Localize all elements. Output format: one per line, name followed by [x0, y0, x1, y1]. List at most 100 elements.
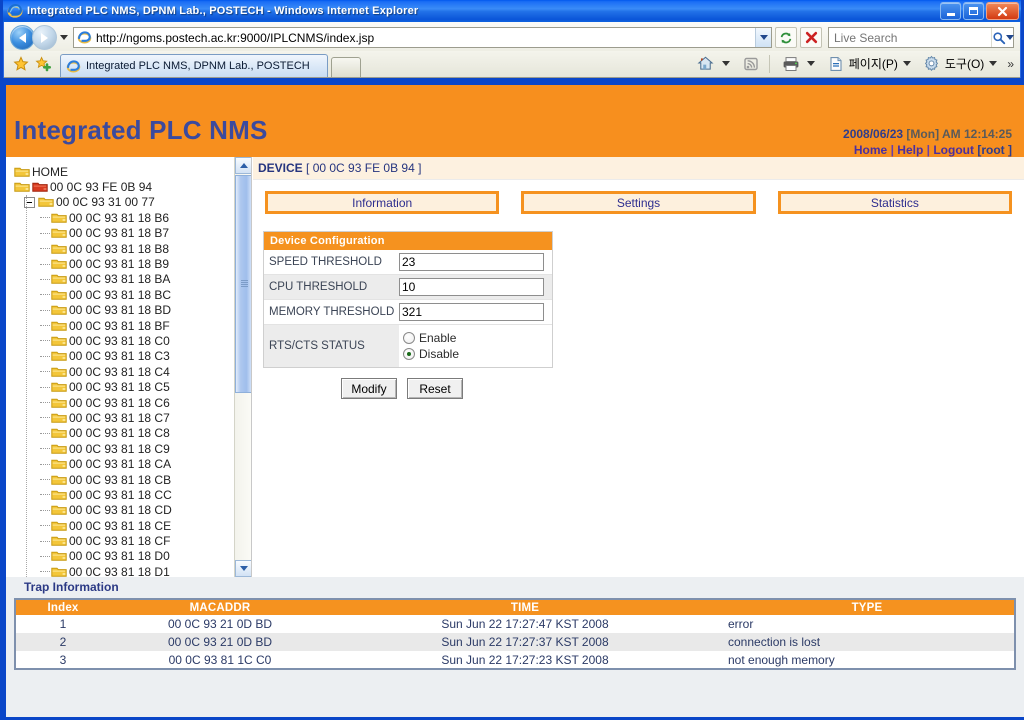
- tree-node[interactable]: 00 0C 93 81 18 C3: [14, 349, 234, 364]
- forward-button[interactable]: [32, 25, 57, 50]
- minimize-button[interactable]: [940, 2, 961, 20]
- cpu-threshold-input[interactable]: [399, 278, 544, 296]
- window-title: Integrated PLC NMS, DPNM Lab., POSTECH -…: [27, 5, 419, 17]
- tree-node[interactable]: 00 0C 93 81 18 C7: [14, 410, 234, 425]
- page-menu-icon[interactable]: [825, 53, 847, 74]
- config-row-speed-threshold: SPEED THRESHOLD: [264, 250, 552, 275]
- tree-node[interactable]: 00 0C 93 81 18 BD: [14, 303, 234, 318]
- recent-pages-chevron-icon[interactable]: [60, 35, 68, 40]
- tree-node[interactable]: 00 0C 93 81 18 CD: [14, 503, 234, 518]
- print-chevron-icon[interactable]: [806, 61, 815, 66]
- table-row[interactable]: 2 00 0C 93 21 0D BD Sun Jun 22 17:27:37 KS…: [15, 633, 1015, 651]
- home-chevron-icon[interactable]: [721, 61, 730, 66]
- gear-icon[interactable]: [921, 53, 943, 74]
- browser-tab-label: Integrated PLC NMS, DPNM Lab., POSTECH: [86, 60, 310, 72]
- tab-information[interactable]: Information: [265, 191, 500, 214]
- address-bar[interactable]: http://ngoms.postech.ac.kr:9000/IPLCNMS/…: [73, 27, 772, 48]
- column-header-time: TIME: [330, 599, 720, 615]
- tree-node[interactable]: 00 0C 93 81 18 C4: [14, 364, 234, 379]
- page-menu-chevron-icon[interactable]: [902, 61, 911, 66]
- page-menu-label[interactable]: 페이지(P): [849, 55, 898, 72]
- tree-node[interactable]: 00 0C 93 81 18 D1: [14, 564, 234, 577]
- tree-node[interactable]: 00 0C 93 81 18 B8: [14, 241, 234, 256]
- tree-node[interactable]: 00 0C 93 81 18 B7: [14, 226, 234, 241]
- device-tree-scrollbar[interactable]: [234, 157, 251, 577]
- window-titlebar: Integrated PLC NMS, DPNM Lab., POSTECH -…: [3, 0, 1021, 22]
- tree-node[interactable]: 00 0C 93 81 18 C0: [14, 333, 234, 348]
- tree-node[interactable]: 00 0C 93 81 18 C5: [14, 379, 234, 394]
- tab-settings-label: Settings: [616, 195, 661, 210]
- new-tab-button[interactable]: [331, 57, 361, 77]
- tree-node-label: 00 0C 93 81 18 BA: [69, 272, 171, 287]
- tools-menu-chevron-icon[interactable]: [989, 61, 998, 66]
- folder-yellow-icon: [51, 273, 67, 285]
- scroll-up-button[interactable]: [235, 157, 251, 174]
- tools-menu-label[interactable]: 도구(O): [945, 55, 984, 72]
- address-bar-url: http://ngoms.postech.ac.kr:9000/IPLCNMS/…: [96, 30, 375, 45]
- page-title: Integrated PLC NMS: [14, 115, 268, 145]
- rts-cts-enable-label: Enable: [419, 331, 457, 345]
- tree-node[interactable]: HOME: [14, 164, 234, 179]
- tree-node-label: 00 0C 93 81 18 BC: [69, 287, 172, 302]
- tree-node[interactable]: 00 0C 93 81 18 CA: [14, 456, 234, 471]
- tab-statistics[interactable]: Statistics: [777, 191, 1012, 214]
- tree-node[interactable]: 00 0C 93 81 18 C9: [14, 441, 234, 456]
- search-icon[interactable]: [991, 28, 1006, 47]
- tree-node[interactable]: 00 0C 93 81 18 CF: [14, 533, 234, 548]
- address-dropdown-icon[interactable]: [755, 28, 771, 47]
- print-icon[interactable]: [780, 53, 802, 74]
- add-to-favorites-icon[interactable]: [32, 53, 54, 75]
- refresh-button[interactable]: [775, 27, 797, 48]
- maximize-button[interactable]: [963, 2, 984, 20]
- tree-node[interactable]: 00 0C 93 81 18 CB: [14, 472, 234, 487]
- tree-node[interactable]: 00 0C 93 81 18 BA: [14, 272, 234, 287]
- help-link[interactable]: Help: [897, 143, 923, 157]
- table-row[interactable]: 3 00 0C 93 81 1C C0 Sun Jun 22 17:27:23 KS…: [15, 651, 1015, 669]
- overflow-chevron-icon[interactable]: »: [1007, 57, 1014, 71]
- page-favicon-icon: [77, 30, 92, 45]
- tab-settings[interactable]: Settings: [521, 191, 756, 214]
- speed-threshold-input[interactable]: [399, 253, 544, 271]
- tree-node-label: 00 0C 93 81 18 C0: [69, 333, 170, 348]
- search-box[interactable]: [828, 27, 1014, 48]
- scrollbar-thumb[interactable]: [235, 175, 251, 393]
- page-body: HOME 00 0C 93 FE 0B 94 00 0C 93 31 00 77 00…: [6, 157, 1024, 717]
- tree-node[interactable]: 00 0C 93 81 18 D0: [14, 549, 234, 564]
- search-input[interactable]: [829, 29, 991, 46]
- folder-yellow-icon: [51, 550, 67, 562]
- toolbar-separator: [768, 54, 770, 73]
- reset-button[interactable]: Reset: [407, 378, 463, 399]
- search-dropdown-icon[interactable]: [1006, 28, 1014, 47]
- rts-cts-disable-radio[interactable]: [403, 348, 415, 360]
- modify-button[interactable]: Modify: [341, 378, 397, 399]
- links-separator-2: |: [926, 143, 930, 157]
- feeds-icon[interactable]: [740, 53, 762, 74]
- stop-button[interactable]: [800, 27, 822, 48]
- home-link[interactable]: Home: [854, 143, 887, 157]
- close-button[interactable]: [986, 2, 1019, 20]
- tree-node[interactable]: 00 0C 93 81 18 B6: [14, 210, 234, 225]
- tree-node[interactable]: 00 0C 93 81 18 BF: [14, 318, 234, 333]
- rts-cts-enable-option[interactable]: Enable: [403, 331, 546, 345]
- header-time: AM 12:14:25: [941, 127, 1012, 141]
- folder-yellow-icon: [51, 504, 67, 516]
- favorites-star-icon[interactable]: [10, 53, 32, 75]
- table-row[interactable]: 1 00 0C 93 21 0D BD Sun Jun 22 17:27:47 KS…: [15, 615, 1015, 633]
- tree-node[interactable]: 00 0C 93 81 18 CE: [14, 518, 234, 533]
- tree-node[interactable]: 00 0C 93 81 18 CC: [14, 487, 234, 502]
- tree-node-label: 00 0C 93 81 18 CC: [69, 487, 172, 502]
- tree-node[interactable]: 00 0C 93 81 18 BC: [14, 287, 234, 302]
- logout-link[interactable]: Logout: [933, 143, 974, 157]
- browser-tab[interactable]: Integrated PLC NMS, DPNM Lab., POSTECH: [60, 54, 328, 77]
- rts-cts-disable-option[interactable]: Disable: [403, 347, 546, 361]
- tree-node[interactable]: 00 0C 93 81 18 C8: [14, 426, 234, 441]
- scroll-down-button[interactable]: [235, 560, 251, 577]
- tree-node[interactable]: 00 0C 93 31 00 77: [14, 195, 234, 210]
- rts-cts-enable-radio[interactable]: [403, 332, 415, 344]
- tree-node[interactable]: 00 0C 93 81 18 B9: [14, 256, 234, 271]
- memory-threshold-input[interactable]: [399, 303, 544, 321]
- tree-node[interactable]: 00 0C 93 FE 0B 94: [14, 179, 234, 194]
- tree-node[interactable]: 00 0C 93 81 18 C6: [14, 395, 234, 410]
- browser-chrome: http://ngoms.postech.ac.kr:9000/IPLCNMS/…: [3, 22, 1021, 78]
- home-icon[interactable]: [695, 53, 717, 74]
